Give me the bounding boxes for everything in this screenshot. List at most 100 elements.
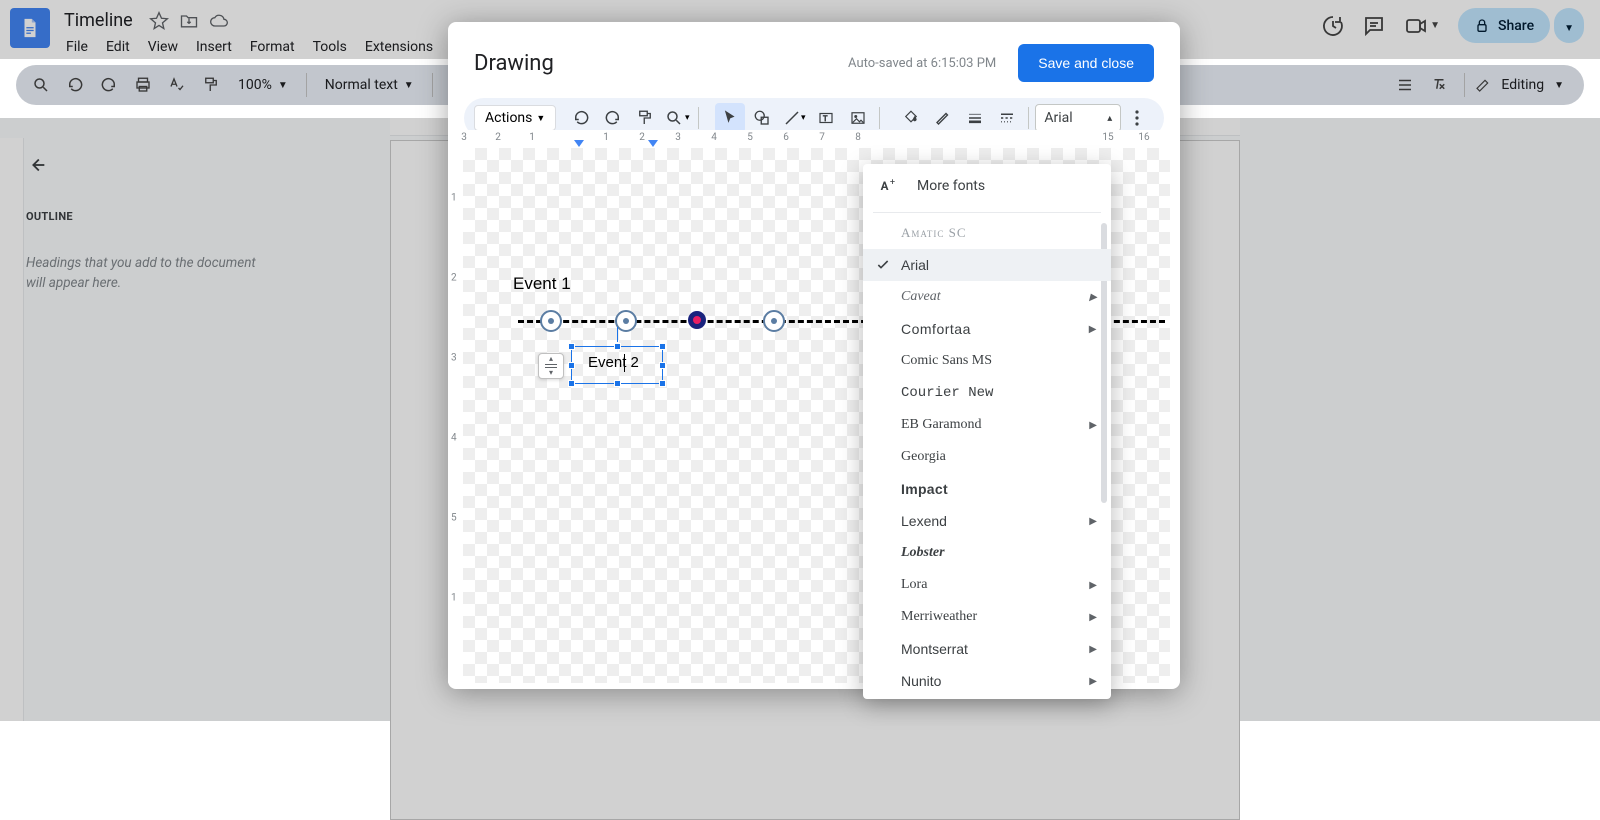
event1-label[interactable]: Event 1 — [513, 274, 571, 294]
ruler-tick: 6 — [783, 132, 789, 143]
resize-handle[interactable] — [568, 343, 575, 350]
docs-logo[interactable] — [10, 8, 50, 48]
border-dash-icon[interactable] — [992, 103, 1022, 133]
clear-formatting-icon[interactable] — [1424, 70, 1454, 100]
border-weight-icon[interactable] — [960, 103, 990, 133]
font-option-comic-sans-ms[interactable]: Comic Sans MS — [863, 345, 1111, 377]
submenu-arrow-icon: ▶ — [1089, 644, 1097, 655]
submenu-arrow-icon: ▶ — [1089, 516, 1097, 527]
undo-icon[interactable] — [60, 70, 90, 100]
share-dropdown[interactable]: ▼ — [1554, 8, 1584, 43]
align-icon[interactable] — [1390, 70, 1420, 100]
font-option-lobster[interactable]: Lobster — [863, 537, 1111, 569]
border-color-icon[interactable] — [928, 103, 958, 133]
move-to-drive-icon[interactable] — [179, 11, 199, 31]
actions-menu[interactable]: Actions▼ — [474, 105, 556, 131]
history-icon[interactable] — [1320, 14, 1344, 38]
paint-format-icon[interactable] — [630, 103, 660, 133]
indent-marker[interactable] — [574, 140, 584, 147]
spellcheck-icon[interactable] — [162, 70, 192, 100]
print-icon[interactable] — [128, 70, 158, 100]
font-label: Arial — [901, 257, 929, 273]
undo-icon[interactable] — [566, 103, 596, 133]
paint-format-icon[interactable] — [196, 70, 226, 100]
resize-handle[interactable] — [614, 380, 621, 387]
ruler-tick: 1 — [529, 132, 535, 143]
shape-tool-icon[interactable] — [747, 103, 777, 133]
font-option-montserrat[interactable]: Montserrat ▶ — [863, 633, 1111, 665]
font-option-courier-new[interactable]: Courier New — [863, 377, 1111, 409]
comments-icon[interactable] — [1362, 14, 1386, 38]
font-option-eb-garamond[interactable]: EB Garamond ▶ — [863, 409, 1111, 441]
submenu-arrow-icon: ▶ — [1089, 580, 1097, 591]
zoom-icon[interactable]: ▾ — [662, 103, 692, 133]
menu-tools[interactable]: Tools — [305, 35, 355, 59]
selected-textbox[interactable]: Event 2 — [571, 346, 663, 384]
ruler-tick: 2 — [451, 273, 457, 284]
timeline-node-highlighted[interactable] — [688, 311, 706, 329]
font-option-lora[interactable]: Lora▶ — [863, 569, 1111, 601]
font-option-comfortaa[interactable]: Comfortaa▶ — [863, 313, 1111, 345]
timeline-node[interactable] — [615, 310, 637, 332]
menu-edit[interactable]: Edit — [98, 35, 138, 59]
font-option-georgia[interactable]: Georgia — [863, 441, 1111, 473]
font-label: Montserrat — [901, 641, 968, 657]
rotate-handle[interactable] — [617, 327, 618, 342]
text-cursor — [624, 354, 625, 372]
meet-button[interactable]: ▼ — [1404, 14, 1440, 38]
menu-file[interactable]: File — [58, 35, 96, 59]
style-select[interactable]: Normal text▼ — [317, 77, 422, 93]
more-options-icon[interactable] — [1127, 103, 1147, 133]
cloud-status-icon[interactable] — [209, 11, 229, 31]
submenu-arrow-icon: ▶ — [1089, 292, 1097, 303]
ruler-tick: 5 — [747, 132, 753, 143]
menu-insert[interactable]: Insert — [188, 35, 240, 59]
document-title[interactable]: Timeline — [58, 8, 139, 33]
resize-handle[interactable] — [568, 380, 575, 387]
share-button[interactable]: Share — [1458, 8, 1550, 43]
font-family-select[interactable]: Arial ▴ — [1035, 104, 1121, 132]
resize-handle[interactable] — [568, 362, 575, 369]
fill-color-icon[interactable] — [896, 103, 926, 133]
vertical-ruler — [0, 138, 24, 721]
timeline-node[interactable] — [540, 310, 562, 332]
submenu-arrow-icon: ▶ — [1089, 420, 1097, 431]
font-option-amatic-sc[interactable]: Amatic SC — [863, 217, 1111, 249]
font-option-merriweather[interactable]: Merriweather▶ — [863, 601, 1111, 633]
event2-text[interactable]: Event 2 — [588, 354, 639, 371]
textbox-tool-icon[interactable]: T — [811, 103, 841, 133]
font-list[interactable]: Amatic SC Arial Caveat▶Comfortaa▶Comic San… — [863, 217, 1111, 698]
save-and-close-button[interactable]: Save and close — [1018, 44, 1154, 82]
indent-marker[interactable] — [648, 140, 658, 147]
font-option-impact[interactable]: Impact — [863, 473, 1111, 505]
menu-extensions[interactable]: Extensions — [357, 35, 441, 59]
svg-text:+: + — [890, 178, 895, 188]
redo-icon[interactable] — [94, 70, 124, 100]
search-icon[interactable] — [26, 70, 56, 100]
redo-icon[interactable] — [598, 103, 628, 133]
line-tool-icon[interactable]: ▾ — [779, 103, 809, 133]
timeline-node[interactable] — [763, 310, 785, 332]
font-label: EB Garamond — [901, 417, 981, 433]
select-tool-icon[interactable] — [715, 103, 745, 133]
outline-back-icon[interactable] — [26, 154, 346, 180]
editing-mode[interactable]: Editing ▼ — [1475, 77, 1574, 93]
more-fonts-item[interactable]: A+ More fonts — [863, 164, 1111, 208]
resize-handle[interactable] — [614, 343, 621, 350]
resize-handle[interactable] — [659, 343, 666, 350]
star-icon[interactable] — [149, 11, 169, 31]
font-option-arial[interactable]: Arial — [863, 249, 1111, 281]
resize-handle[interactable] — [659, 362, 666, 369]
font-option-lexend[interactable]: Lexend▶ — [863, 505, 1111, 537]
autofit-handle[interactable]: ▴▾ — [538, 353, 564, 379]
font-option-caveat[interactable]: Caveat▶ — [863, 281, 1111, 313]
ruler-tick: 3 — [675, 132, 681, 143]
zoom-select[interactable]: 100%▼ — [230, 77, 296, 93]
ruler-tick: 1 — [451, 593, 457, 604]
resize-handle[interactable] — [659, 380, 666, 387]
font-option-nunito[interactable]: Nunito▶ — [863, 665, 1111, 697]
menu-view[interactable]: View — [140, 35, 186, 59]
image-tool-icon[interactable] — [843, 103, 873, 133]
menu-format[interactable]: Format — [242, 35, 303, 59]
font-label: Impact — [901, 481, 948, 497]
